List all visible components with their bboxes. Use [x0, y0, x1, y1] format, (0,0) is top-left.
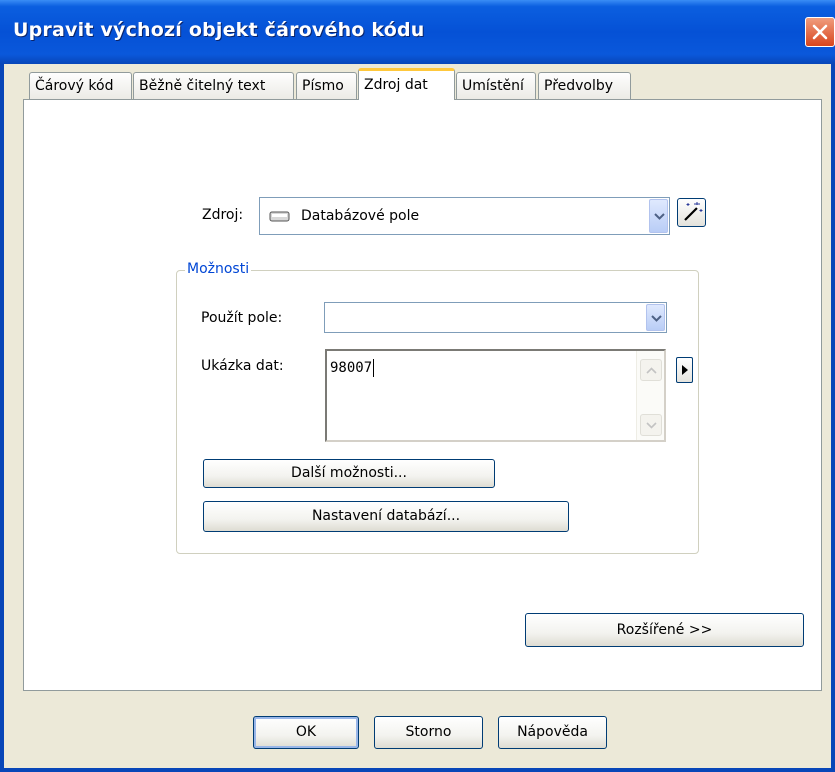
use-field-label: Použít pole: — [201, 310, 283, 326]
chevron-up-icon — [646, 367, 657, 374]
database-field-icon — [269, 211, 290, 222]
close-icon — [812, 24, 828, 40]
close-button[interactable] — [805, 17, 835, 47]
more-options-button[interactable]: Další možnosti... — [203, 459, 495, 488]
window-frame-right — [831, 64, 835, 772]
chevron-down-icon — [654, 213, 665, 220]
tab-placement[interactable]: Umístění — [456, 72, 536, 99]
sample-data-scrollbar[interactable] — [636, 351, 664, 440]
advanced-button[interactable]: Rozšířené >> — [525, 613, 804, 647]
window-frame-left — [0, 64, 4, 772]
cancel-button[interactable]: Storno — [374, 716, 483, 749]
text-caret — [373, 359, 375, 377]
sample-data-label: Ukázka dat: — [201, 358, 284, 374]
tab-data-source[interactable]: Zdroj dat — [358, 68, 455, 100]
scroll-down-button[interactable] — [640, 414, 662, 436]
insert-field-button[interactable] — [676, 357, 693, 383]
database-settings-button[interactable]: Nastavení databází... — [203, 501, 569, 532]
tab-human-readable-text[interactable]: Běžně čitelný text — [133, 72, 294, 99]
source-select[interactable]: Databázové pole — [259, 197, 670, 235]
chevron-down-icon — [646, 422, 657, 429]
magic-wand-icon — [684, 202, 703, 221]
window-frame-bottom — [0, 768, 835, 772]
source-label: Zdroj: — [202, 207, 244, 223]
ok-button[interactable]: OK — [253, 716, 359, 749]
options-group-label: Možnosti — [185, 261, 252, 277]
use-field-dropdown-button[interactable] — [646, 304, 665, 331]
sample-data-textarea[interactable]: 98007 — [325, 349, 666, 442]
sample-data-value: 98007 — [330, 360, 373, 376]
source-value: Databázové pole — [301, 208, 420, 224]
scroll-up-button[interactable] — [640, 359, 662, 381]
chevron-down-icon — [651, 314, 662, 322]
tab-font[interactable]: Písmo — [296, 72, 357, 99]
title-bar[interactable]: Upravit výchozí objekt čárového kódu — [0, 0, 835, 64]
help-button[interactable]: Nápověda — [498, 716, 607, 749]
triangle-right-icon — [682, 365, 688, 375]
window-title: Upravit výchozí objekt čárového kódu — [13, 19, 425, 41]
use-field-select[interactable] — [324, 302, 667, 333]
wizard-button[interactable] — [677, 198, 706, 227]
tab-preferences[interactable]: Předvolby — [538, 72, 631, 99]
tab-barcode[interactable]: Čárový kód — [29, 72, 132, 99]
source-dropdown-button[interactable] — [649, 199, 668, 233]
